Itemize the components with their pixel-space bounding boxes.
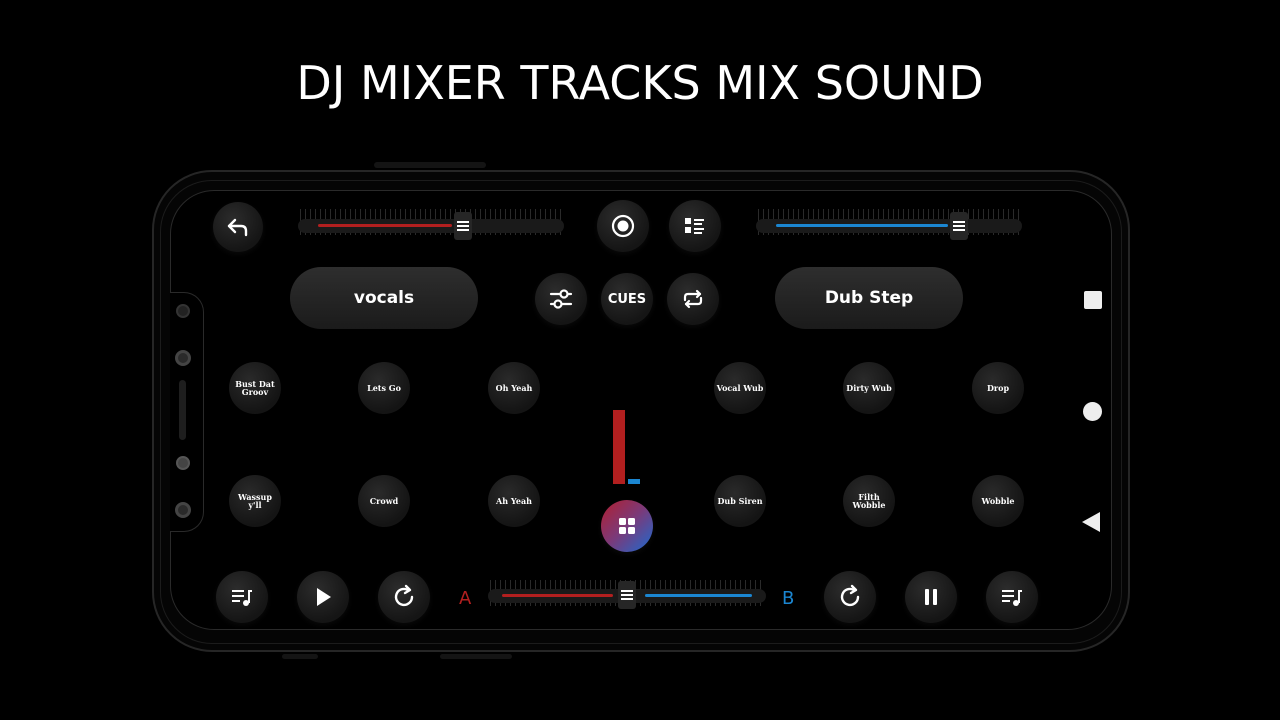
pause-button[interactable] [905, 571, 957, 623]
front-camera [175, 502, 191, 518]
home-icon[interactable] [1083, 402, 1102, 421]
crossfader-fill-a [502, 594, 613, 597]
equalizer-icon [549, 289, 573, 309]
restart-icon [394, 584, 414, 607]
sound-pad[interactable]: Dub Siren [714, 475, 766, 527]
record-button[interactable] [597, 200, 649, 252]
equalizer-button[interactable] [535, 273, 587, 325]
sound-pad[interactable]: Wobble [972, 475, 1024, 527]
music-queue-icon [1002, 590, 1022, 606]
sound-pad[interactable]: Lets Go [358, 362, 410, 414]
front-camera [175, 350, 191, 366]
back-button[interactable] [213, 202, 263, 252]
queue-button-a[interactable] [216, 571, 268, 623]
cues-button[interactable]: CUES [601, 273, 653, 325]
grid-menu-button[interactable] [601, 500, 653, 552]
volume-fill-b [776, 224, 948, 227]
crossfader-handle[interactable] [618, 581, 636, 609]
recent-apps-icon[interactable] [1084, 291, 1102, 309]
loop-button[interactable] [667, 273, 719, 325]
playlist-icon [685, 218, 704, 234]
nav-back-icon[interactable] [1082, 512, 1100, 532]
sound-pad[interactable]: Wassup y'll [229, 475, 281, 527]
front-camera [176, 304, 190, 318]
level-meter-b [628, 479, 640, 484]
level-meter-a [613, 410, 625, 484]
sound-pad[interactable]: Bust Dat Groov [229, 362, 281, 414]
volume-handle-b[interactable] [950, 212, 968, 240]
earpiece-speaker [179, 380, 186, 440]
deck-b-track-button[interactable]: Dub Step [775, 267, 963, 329]
restart-button-a[interactable] [378, 571, 430, 623]
sound-pad[interactable]: Vocal Wub [714, 362, 766, 414]
record-icon [611, 214, 635, 238]
loop-icon [683, 289, 703, 309]
deck-a-track-button[interactable]: vocals [290, 267, 478, 329]
crossfader-label-b: B [782, 588, 795, 609]
back-arrow-icon [227, 218, 248, 237]
sound-pad[interactable]: Drop [972, 362, 1024, 414]
restart-icon [840, 584, 860, 607]
sound-pad[interactable]: Oh Yeah [488, 362, 540, 414]
play-icon [317, 588, 331, 606]
sound-pad[interactable]: Dirty Wub [843, 362, 895, 414]
phone-side-button [282, 654, 318, 659]
playlist-button[interactable] [669, 200, 721, 252]
sound-pad[interactable]: Crowd [358, 475, 410, 527]
queue-button-b[interactable] [986, 571, 1038, 623]
camera-notch [170, 292, 204, 532]
phone-side-button [374, 162, 486, 168]
sound-pad[interactable]: Ah Yeah [488, 475, 540, 527]
page-headline: DJ MIXER TRACKS MIX SOUND [296, 56, 984, 110]
phone-side-button [440, 654, 512, 659]
sound-pad[interactable]: Filth Wobble [843, 475, 895, 527]
pause-icon [925, 589, 937, 605]
proximity-sensor [176, 456, 190, 470]
app-screen [170, 190, 1112, 630]
crossfader-label-a: A [459, 588, 472, 609]
restart-button-b[interactable] [824, 571, 876, 623]
volume-handle-a[interactable] [454, 212, 472, 240]
play-button[interactable] [297, 571, 349, 623]
grid-icon [619, 518, 635, 534]
volume-fill-a [318, 224, 452, 227]
music-queue-icon [232, 590, 252, 606]
crossfader-fill-b [645, 594, 752, 597]
